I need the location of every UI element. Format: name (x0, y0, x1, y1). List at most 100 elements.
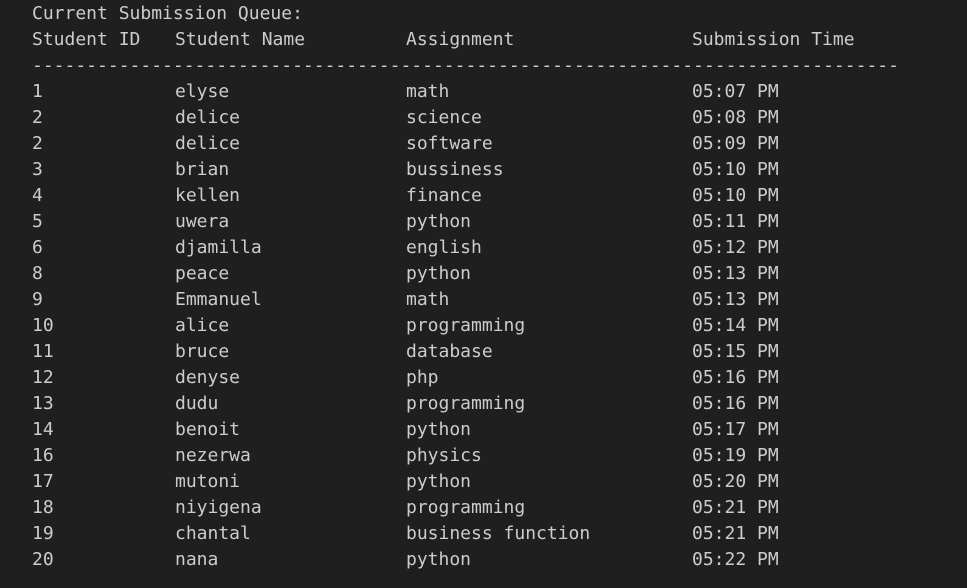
cell-submission-time: 05:09 PM (692, 133, 779, 154)
table-row: 12 denyse php 05:16 PM (32, 365, 967, 391)
cell-student-name: chantal (175, 523, 251, 544)
cell-submission-time: 05:17 PM (692, 419, 779, 440)
table-row: 2 delice software 05:09 PM (32, 131, 967, 157)
header-student-id: Student ID (32, 29, 141, 50)
cell-submission-time: 05:13 PM (692, 289, 779, 310)
header-submission-time: Submission Time (692, 29, 855, 50)
cell-student-id: 6 (32, 237, 43, 258)
cell-submission-time: 05:10 PM (692, 185, 779, 206)
cell-student-id: 17 (32, 471, 54, 492)
cell-assignment: physics (406, 445, 482, 466)
cell-student-id: 2 (32, 107, 43, 128)
cell-student-name: delice (175, 133, 241, 154)
cell-student-name: nezerwa (175, 445, 251, 466)
cell-submission-time: 05:16 PM (692, 367, 779, 388)
cell-submission-time: 05:08 PM (692, 107, 779, 128)
terminal-output: Current Submission Queue: Student ID Stu… (0, 0, 967, 588)
cell-assignment: science (406, 107, 482, 128)
cell-student-name: bruce (175, 341, 230, 362)
cell-assignment: programming (406, 393, 526, 414)
cell-student-name: delice (175, 107, 241, 128)
table-row: 2 delice science 05:08 PM (32, 105, 967, 131)
cell-submission-time: 05:21 PM (692, 523, 779, 544)
cell-student-id: 2 (32, 133, 43, 154)
cell-student-name: alice (175, 315, 230, 336)
cell-assignment: python (406, 549, 472, 570)
table-row: 6 djamilla english 05:12 PM (32, 235, 967, 261)
cell-assignment: database (406, 341, 493, 362)
cell-submission-time: 05:15 PM (692, 341, 779, 362)
cell-assignment: math (406, 289, 450, 310)
cell-student-name: brian (175, 159, 230, 180)
cell-assignment: software (406, 133, 493, 154)
table-row: 11 bruce database 05:15 PM (32, 339, 967, 365)
cell-assignment: python (406, 211, 472, 232)
cell-assignment: programming (406, 315, 526, 336)
cell-assignment: finance (406, 185, 482, 206)
cell-student-name: djamilla (175, 237, 262, 258)
cell-student-name: elyse (175, 81, 230, 102)
table-header: Student ID Student Name Assignment Submi… (32, 27, 967, 53)
table-row: 17 mutoni python 05:20 PM (32, 469, 967, 495)
cell-student-name: mutoni (175, 471, 241, 492)
table-row: 13 dudu programming 05:16 PM (32, 391, 967, 417)
cell-submission-time: 05:16 PM (692, 393, 779, 414)
cell-assignment: php (406, 367, 439, 388)
table-row: 20 nana python 05:22 PM (32, 547, 967, 573)
table-row: 5 uwera python 05:11 PM (32, 209, 967, 235)
cell-student-id: 11 (32, 341, 54, 362)
cell-student-name: uwera (175, 211, 230, 232)
cell-assignment: python (406, 419, 472, 440)
cell-student-id: 13 (32, 393, 54, 414)
table-row: 14 benoit python 05:17 PM (32, 417, 967, 443)
cell-student-id: 12 (32, 367, 54, 388)
cell-student-name: kellen (175, 185, 241, 206)
cell-student-id: 16 (32, 445, 54, 466)
cell-student-id: 19 (32, 523, 54, 544)
cell-submission-time: 05:20 PM (692, 471, 779, 492)
cell-submission-time: 05:12 PM (692, 237, 779, 258)
table-row: 9 Emmanuel math 05:13 PM (32, 287, 967, 313)
table-row: 3 brian bussiness 05:10 PM (32, 157, 967, 183)
cell-student-name: peace (175, 263, 230, 284)
cell-student-id: 5 (32, 211, 43, 232)
cell-student-id: 9 (32, 289, 43, 310)
cell-assignment: bussiness (406, 159, 504, 180)
cell-assignment: english (406, 237, 482, 258)
cell-assignment: programming (406, 497, 526, 518)
table-row: 4 kellen finance 05:10 PM (32, 183, 967, 209)
cell-student-id: 10 (32, 315, 54, 336)
cell-submission-time: 05:07 PM (692, 81, 779, 102)
cell-student-id: 18 (32, 497, 54, 518)
cell-student-id: 14 (32, 419, 54, 440)
cell-submission-time: 05:10 PM (692, 159, 779, 180)
table-row: 18 niyigena programming 05:21 PM (32, 495, 967, 521)
cell-assignment: math (406, 81, 450, 102)
cell-student-id: 1 (32, 81, 43, 102)
cell-student-name: nana (175, 549, 219, 570)
cell-student-name: dudu (175, 393, 219, 414)
cell-assignment: business function (406, 523, 591, 544)
table-row: 8 peace python 05:13 PM (32, 261, 967, 287)
table-row: 16 nezerwa physics 05:19 PM (32, 443, 967, 469)
cell-student-id: 20 (32, 549, 54, 570)
queue-title-text: Current Submission Queue: (32, 3, 303, 24)
cell-student-name: niyigena (175, 497, 262, 518)
cell-student-id: 8 (32, 263, 43, 284)
queue-title: Current Submission Queue: (32, 1, 967, 27)
cell-student-name: Emmanuel (175, 289, 262, 310)
header-separator: ----------------------------------------… (32, 55, 899, 76)
cell-student-name: denyse (175, 367, 241, 388)
table-row: 19 chantal business function 05:21 PM (32, 521, 967, 547)
cell-assignment: python (406, 263, 472, 284)
cell-student-name: benoit (175, 419, 241, 440)
cell-submission-time: 05:19 PM (692, 445, 779, 466)
cell-submission-time: 05:22 PM (692, 549, 779, 570)
cell-submission-time: 05:11 PM (692, 211, 779, 232)
submission-rows: 1 elyse math 05:07 PM 2 delice science 05:08 PM… (32, 79, 967, 573)
header-assignment: Assignment (406, 29, 515, 50)
cell-student-id: 4 (32, 185, 43, 206)
cell-assignment: python (406, 471, 472, 492)
cell-student-id: 3 (32, 159, 43, 180)
cell-submission-time: 05:14 PM (692, 315, 779, 336)
